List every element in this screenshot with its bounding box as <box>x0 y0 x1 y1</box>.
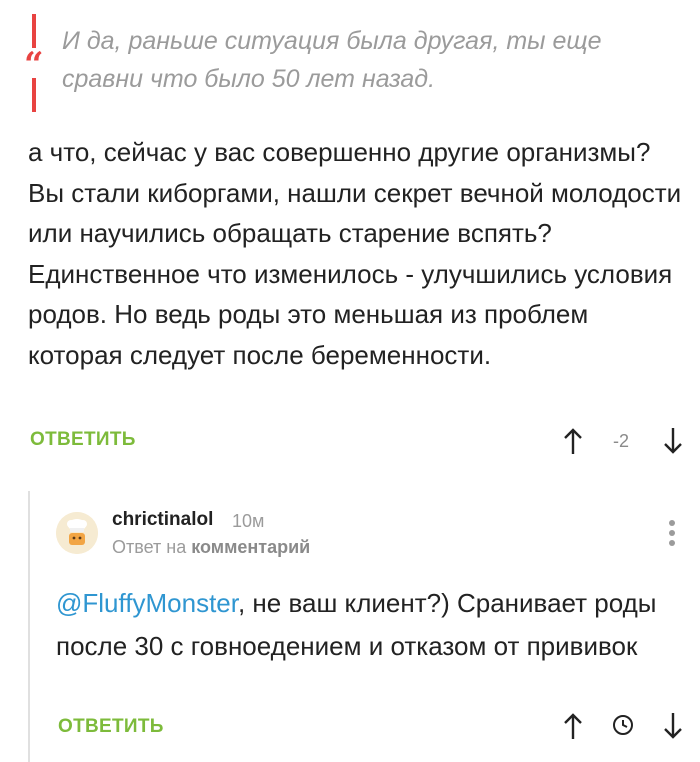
avatar[interactable] <box>56 512 98 554</box>
thread-line <box>28 491 30 762</box>
reply-to-link[interactable]: комментарий <box>191 537 310 557</box>
comment-body: а что, сейчас у вас совершенно другие ор… <box>28 137 682 370</box>
quote-icon: “ <box>24 45 44 85</box>
user-mention[interactable]: @FluffyMonster <box>56 588 238 618</box>
arrow-up-icon[interactable] <box>562 426 584 456</box>
quoted-text: И да, раньше ситуация была другая, ты ещ… <box>62 27 602 93</box>
comment-time: 10м <box>232 511 265 531</box>
rating-value: -2 <box>613 431 630 451</box>
arrow-up-icon[interactable] <box>562 711 584 741</box>
arrow-down-icon[interactable] <box>662 711 684 741</box>
username[interactable]: chrictinalol <box>112 509 213 531</box>
reply-button[interactable]: ОТВЕТИТЬ <box>30 429 136 451</box>
arrow-down-icon[interactable] <box>662 426 684 456</box>
reply-comment-body: @FluffyMonster, не ваш клиент?) Сранивае… <box>56 582 676 668</box>
reply-to-prefix: Ответ на <box>112 537 187 557</box>
reply-button-2[interactable]: ОТВЕТИТЬ <box>58 716 164 738</box>
quote-bar-bottom <box>32 78 36 112</box>
more-dots-icon[interactable] <box>668 520 676 550</box>
clock-icon[interactable] <box>612 714 634 736</box>
chef-avatar-icon <box>56 512 98 554</box>
quote-bar-top <box>32 14 36 48</box>
reply-to-info: Ответ на комментарий <box>112 537 310 558</box>
